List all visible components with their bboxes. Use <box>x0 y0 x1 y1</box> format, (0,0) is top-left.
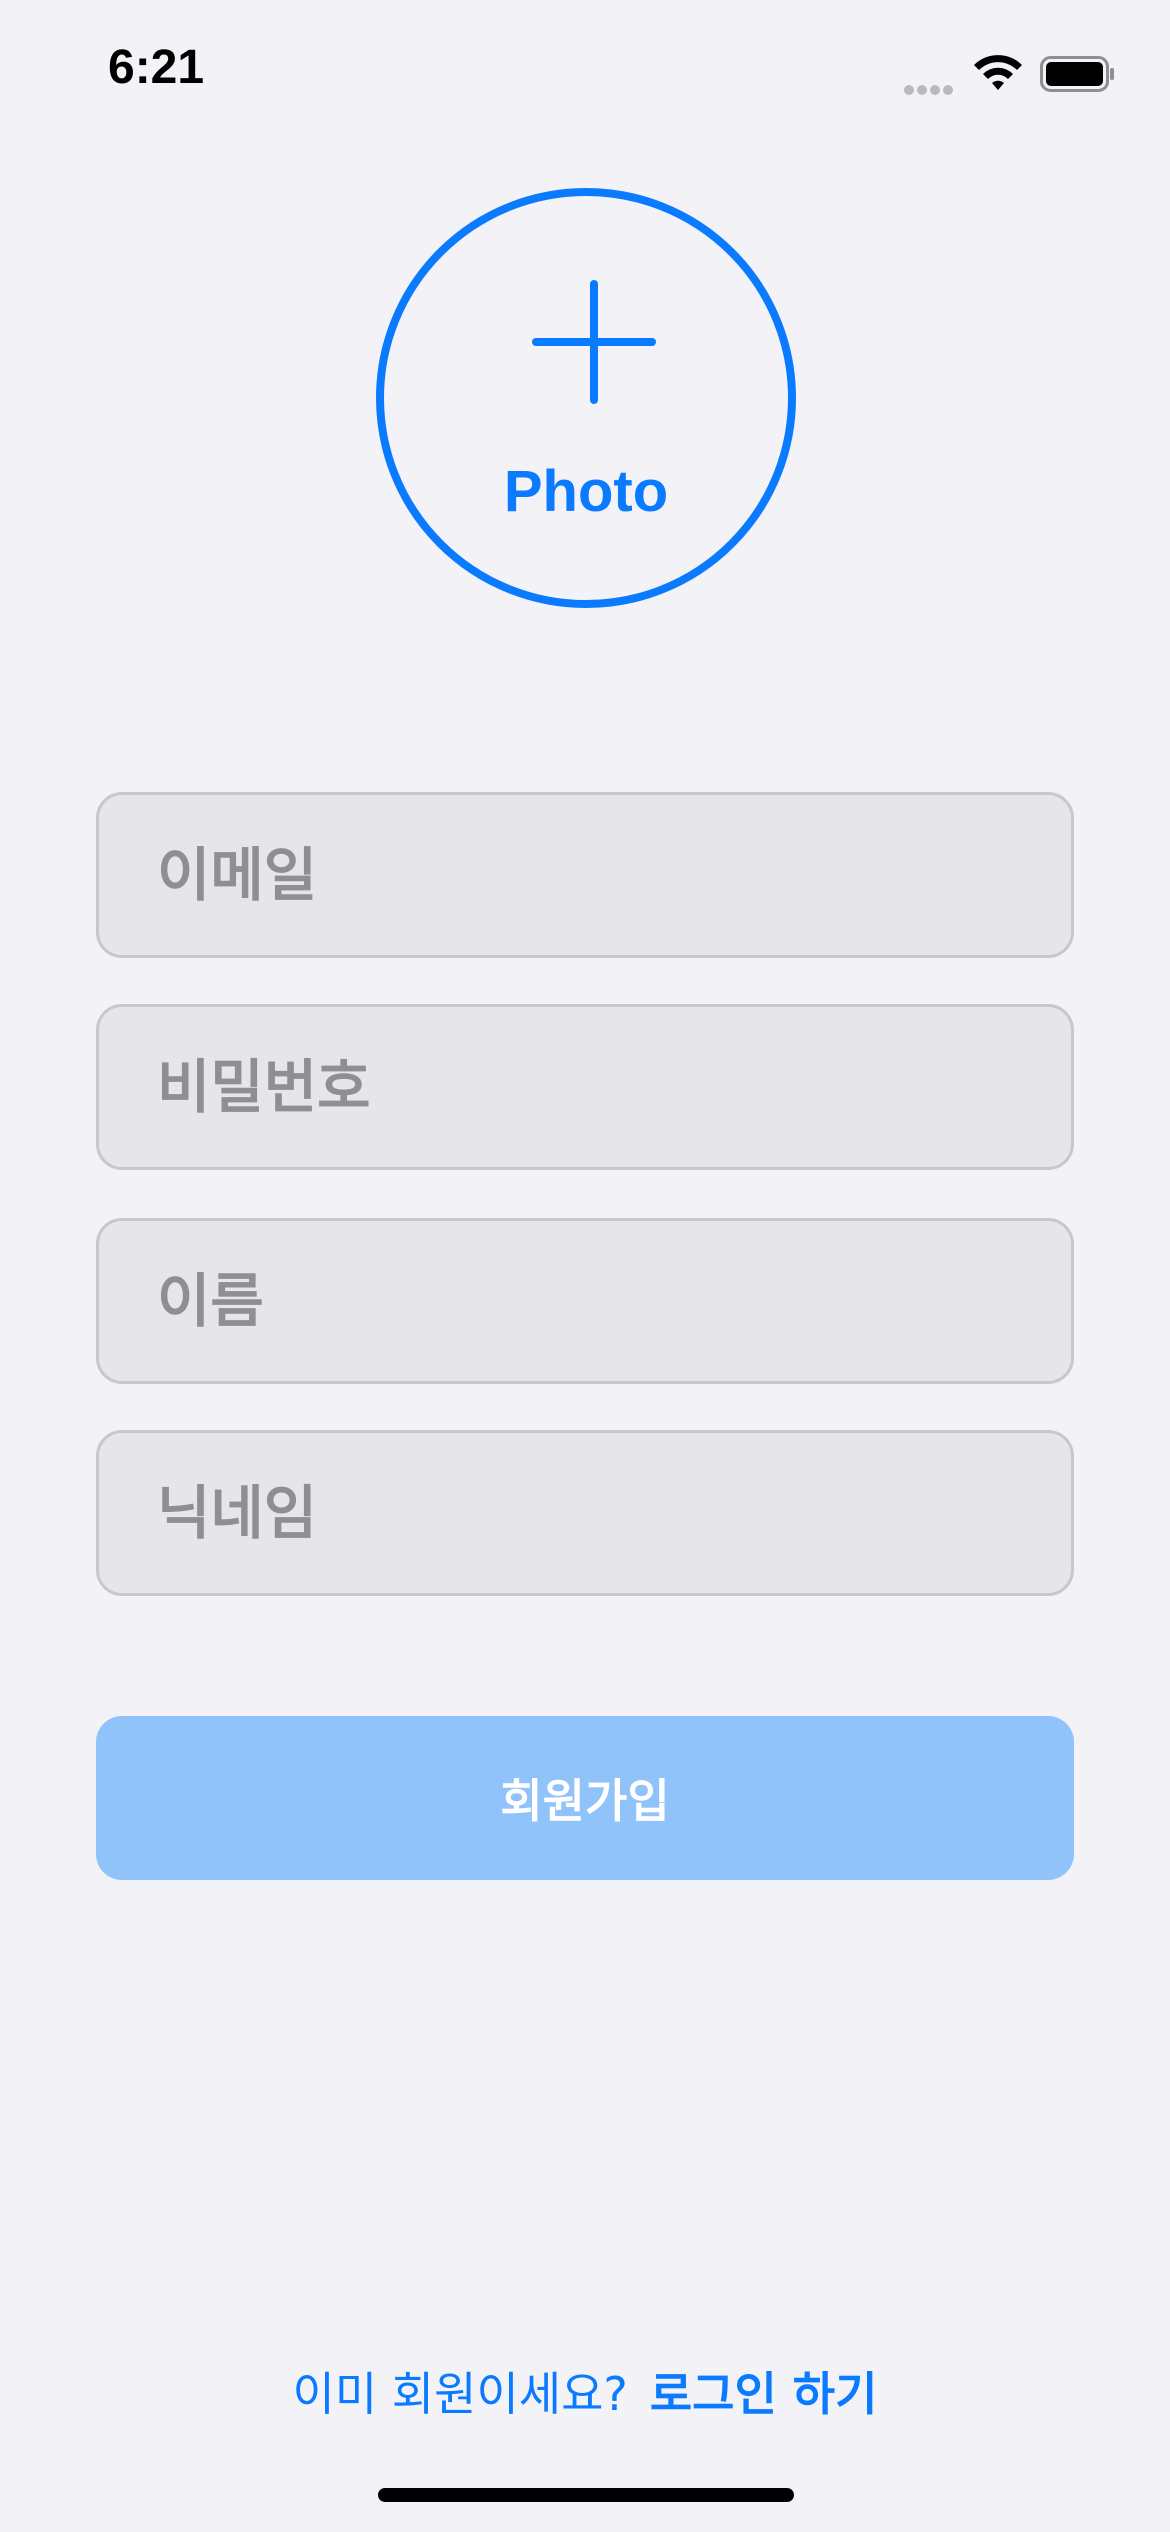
status-bar: 6:21 <box>0 0 1170 150</box>
signup-button[interactable]: 회원가입 <box>96 1716 1074 1880</box>
photo-label: Photo <box>503 459 669 524</box>
login-prompt: 이미 회원이세요? 로그인 하기 <box>0 2358 1170 2424</box>
name-field[interactable] <box>96 1218 1074 1384</box>
home-indicator <box>378 2488 794 2502</box>
status-time: 6:21 <box>108 41 205 94</box>
wifi-icon <box>974 55 1022 90</box>
plus-icon <box>532 280 656 404</box>
password-field[interactable] <box>96 1004 1074 1170</box>
add-photo-button[interactable]: Photo <box>376 188 796 608</box>
cellular-signal-icon <box>904 80 958 95</box>
battery-icon <box>1040 56 1114 92</box>
nickname-field[interactable] <box>96 1430 1074 1596</box>
login-prompt-text: 이미 회원이세요? <box>292 2367 628 2421</box>
login-link[interactable]: 로그인 하기 <box>650 2367 878 2421</box>
email-field[interactable] <box>96 792 1074 958</box>
